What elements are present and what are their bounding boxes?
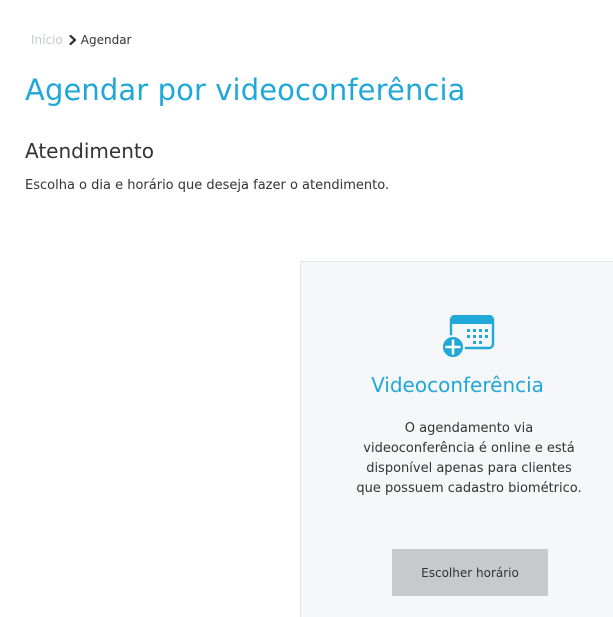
card-description: O agendamento via videoconferência é onl… (339, 419, 599, 499)
card-description-line: O agendamento via (404, 421, 534, 436)
card-title: Videoconferência (371, 373, 544, 397)
breadcrumb-current: Agendar (80, 33, 132, 47)
section-title: Atendimento (25, 139, 154, 163)
videoconference-card: Videoconferência O agendamento via video… (300, 261, 613, 617)
choose-time-button[interactable]: Escolher horário (392, 549, 548, 596)
card-description-line: videoconferência é online e está (363, 441, 575, 456)
calendar-plus-icon (441, 314, 495, 359)
breadcrumb-home-link[interactable]: Início (31, 33, 63, 47)
card-description-line: que possuem cadastro biométrico. (356, 481, 582, 496)
page-title: Agendar por videoconferência (25, 73, 466, 107)
chevron-right-icon (69, 35, 77, 45)
card-description-line: disponível apenas para clientes (366, 461, 572, 476)
breadcrumb: Início Agendar (31, 31, 131, 49)
section-description: Escolha o dia e horário que deseja fazer… (25, 178, 390, 193)
